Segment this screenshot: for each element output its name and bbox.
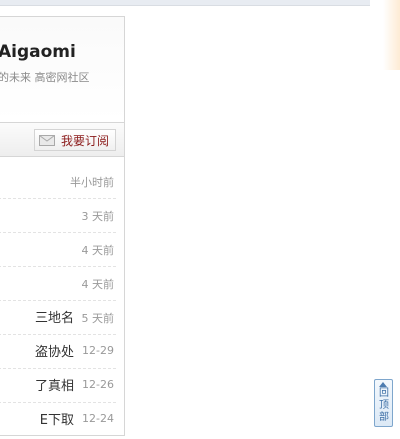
list-item-time: 4 天前 [81,244,115,257]
list-item[interactable]: 三地名 5 天前 [0,301,116,335]
page-edge-decoration [383,0,400,70]
list-item[interactable]: 盗协处 12-29 [0,335,116,369]
back-to-top-label: 回顶部 [379,388,389,423]
list-item[interactable]: E下取 12-24 [0,403,116,435]
back-to-top-button[interactable]: 回顶部 [374,379,393,427]
subscribe-label: 我要订阅 [61,133,110,148]
list-item-time: 12-26 [82,378,114,391]
list-item-title[interactable]: 盗协处 [35,341,74,360]
subscribe-bar: 我要订阅 [0,123,124,157]
list-item-time: 12-24 [82,412,114,425]
list-item[interactable]: 4 天前 [0,267,116,301]
site-brand[interactable]: Aigaomi [0,42,76,62]
site-slogan: 的未来 高密网社区 [0,71,90,84]
post-list: 半小时前 3 天前 4 天前 4 天前 三地名 5 天前 盗协处 12-29 了… [0,165,116,435]
subscribe-button[interactable]: 我要订阅 [34,129,116,151]
list-item[interactable]: 4 天前 [0,233,116,267]
list-item-time: 4 天前 [81,278,115,291]
list-item-title[interactable]: E下取 [40,409,74,428]
list-item-time: 3 天前 [81,210,115,223]
list-item-time: 5 天前 [81,312,115,325]
arrow-up-icon [379,382,387,387]
list-item-time: 半小时前 [70,176,114,189]
site-header: Aigaomi 的未来 高密网社区 [0,17,124,123]
list-item-title[interactable]: 了真相 [35,375,74,394]
mail-icon [39,134,55,146]
site-sidebar-panel: Aigaomi 的未来 高密网社区 我要订阅 半小时前 3 天前 4 天前 4 … [0,16,125,436]
list-item[interactable]: 了真相 12-26 [0,369,116,403]
list-item[interactable]: 半小时前 [0,165,116,199]
list-item-title[interactable]: 三地名 [35,307,74,326]
top-bar [0,0,370,6]
list-item[interactable]: 3 天前 [0,199,116,233]
list-item-time: 12-29 [82,344,114,357]
